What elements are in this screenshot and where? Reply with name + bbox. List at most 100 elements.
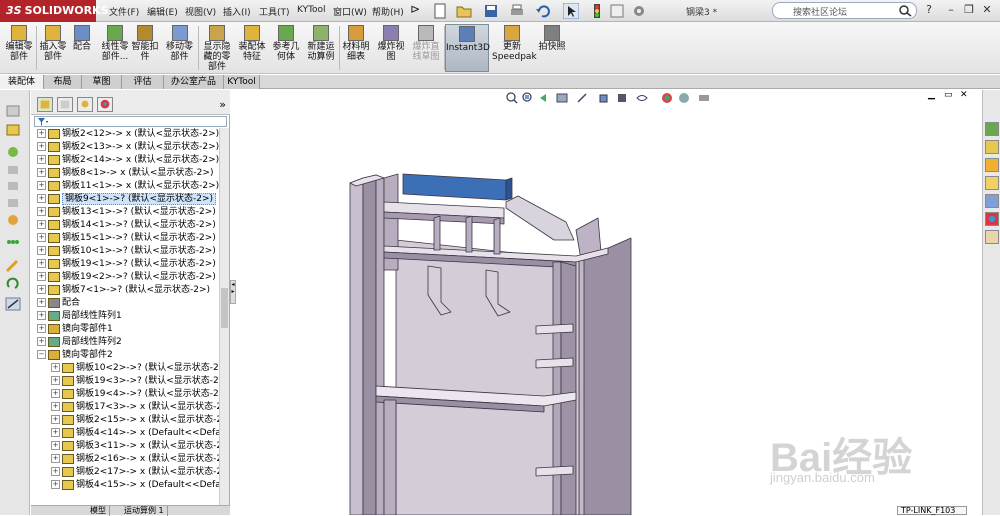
- menu-file[interactable]: 文件(F): [109, 5, 139, 18]
- property-manager-tab-icon[interactable]: [57, 97, 73, 112]
- solidworks-logo[interactable]: 3S SOLIDWORKS: [0, 0, 109, 22]
- tree-item[interactable]: + 钢板9<1>->? (默认<显示状态-2>): [37, 193, 217, 206]
- tree-item[interactable]: + 钢板2<16>-> x (默认<显示状态-2:: [51, 453, 219, 466]
- tree-item[interactable]: + 钢板2<14>-> x (默认<显示状态-2>): [37, 154, 219, 167]
- graphics-area[interactable]: ▁ ▭ ✕ Bai经验 jingyan.baidu.com: [236, 90, 982, 515]
- smart-fastener-icon[interactable]: [5, 213, 21, 227]
- expand-icon[interactable]: +: [37, 207, 46, 216]
- rebuild-traffic-light-icon[interactable]: [589, 3, 605, 19]
- explode-line-icon[interactable]: [5, 297, 21, 311]
- tree-item[interactable]: + 钢板8<1>-> x (默认<显示状态-2>): [37, 167, 213, 180]
- grey-tool-icon[interactable]: [5, 163, 21, 177]
- expand-icon[interactable]: +: [37, 324, 46, 333]
- cmd-instant3d-button[interactable]: Instant3D: [445, 24, 490, 72]
- cmd-explode-line-sketch-button[interactable]: 爆炸直 线草图: [410, 24, 442, 62]
- component-icon[interactable]: [5, 104, 21, 118]
- expand-icon[interactable]: +: [37, 129, 46, 138]
- move-component-icon[interactable]: [5, 259, 21, 273]
- tree-item[interactable]: + 钢板10<1>->? (默认<显示状态-2>): [37, 245, 216, 258]
- expand-icon[interactable]: +: [37, 246, 46, 255]
- feature-tree-tab-icon[interactable]: [37, 97, 53, 112]
- collapse-icon[interactable]: −: [37, 350, 46, 359]
- tree-item[interactable]: + 镜向零部件1: [37, 323, 113, 336]
- restore-button[interactable]: ❐: [962, 3, 976, 17]
- tab-layout[interactable]: 布局: [44, 75, 82, 89]
- menu-view[interactable]: 视图(V): [185, 5, 216, 18]
- tree-item[interactable]: + 钢板19<4>->? (默认<显示状态-2>: [51, 388, 219, 401]
- tree-item[interactable]: + 局部线性阵列1: [37, 310, 122, 323]
- expand-panel-icon[interactable]: »: [219, 98, 226, 111]
- view-palette-icon[interactable]: [985, 194, 999, 208]
- expand-icon[interactable]: +: [51, 441, 60, 450]
- tree-item[interactable]: + 局部线性阵列2: [37, 336, 122, 349]
- appearance-sphere-icon[interactable]: [5, 145, 21, 159]
- cmd-show-hidden-button[interactable]: 显示隐 藏的零 部件: [200, 24, 234, 72]
- filter-funnel-icon[interactable]: [37, 118, 49, 126]
- expand-icon[interactable]: +: [37, 311, 46, 320]
- tree-item[interactable]: + 钢板7<1>->? (默认<显示状态-2>): [37, 284, 210, 297]
- select-pointer-icon[interactable]: [563, 3, 579, 19]
- menu-insert[interactable]: 插入(I): [223, 5, 251, 18]
- cmd-exploded-view-button[interactable]: 爆炸视 图: [375, 24, 407, 62]
- expand-icon[interactable]: +: [37, 168, 46, 177]
- configuration-manager-tab-icon[interactable]: [77, 97, 93, 112]
- tree-item[interactable]: + 钢板19<1>->? (默认<显示状态-2>): [37, 258, 216, 271]
- tab-kytool[interactable]: KYTool: [224, 75, 260, 89]
- rotate-component-icon[interactable]: [5, 277, 21, 291]
- close-button[interactable]: ✕: [980, 3, 994, 17]
- expand-icon[interactable]: +: [51, 402, 60, 411]
- search-icon[interactable]: [898, 4, 912, 17]
- menu-help[interactable]: 帮助(H): [372, 5, 404, 18]
- expand-icon[interactable]: +: [51, 467, 60, 476]
- print-icon[interactable]: [509, 3, 525, 19]
- tree-item[interactable]: + 钢板15<1>->? (默认<显示状态-2>): [37, 232, 216, 245]
- cmd-move-component-button[interactable]: 移动零 部件: [163, 24, 196, 62]
- cmd-mate-button[interactable]: 配合: [70, 24, 94, 52]
- search-input[interactable]: 搜索社区论坛: [772, 2, 917, 19]
- tree-scrollbar[interactable]: [219, 128, 229, 505]
- pin-icon[interactable]: ⊳: [410, 2, 420, 16]
- new-document-icon[interactable]: [432, 3, 448, 19]
- cmd-speedpak-button[interactable]: 更新 Speedpak: [492, 24, 537, 62]
- expand-icon[interactable]: +: [37, 181, 46, 190]
- grey-tool-icon[interactable]: [5, 196, 21, 210]
- tree-item[interactable]: + 钢板10<2>->? (默认<显示状态-2>: [51, 362, 219, 375]
- tree-item[interactable]: + 配合: [37, 297, 80, 310]
- tree-filter-field[interactable]: [34, 116, 227, 127]
- cmd-snapshot-button[interactable]: 拍快照: [537, 24, 567, 52]
- menu-edit[interactable]: 编辑(E): [147, 5, 178, 18]
- tree-item[interactable]: + 钢板11<1>-> x (默认<显示状态-2>): [37, 180, 219, 193]
- grey-tool-icon[interactable]: [5, 179, 21, 193]
- menu-window[interactable]: 窗口(W): [333, 5, 367, 18]
- tree-item[interactable]: + 钢板19<3>->? (默认<显示状态-2>: [51, 375, 219, 388]
- tree-item[interactable]: + 钢板2<13>-> x (默认<显示状态-2>): [37, 141, 219, 154]
- menu-tools[interactable]: 工具(T): [259, 5, 290, 18]
- open-folder-icon[interactable]: [456, 3, 472, 19]
- expand-icon[interactable]: +: [51, 480, 60, 489]
- design-library-icon[interactable]: [985, 140, 999, 154]
- cmd-linear-pattern-button[interactable]: 线性零 部件...: [100, 24, 130, 62]
- tab-office-products[interactable]: 办公室产品: [164, 75, 224, 89]
- tree-item[interactable]: + 钢板19<2>->? (默认<显示状态-2>): [37, 271, 216, 284]
- display-manager-tab-icon[interactable]: [97, 97, 113, 112]
- pattern-dots-icon[interactable]: [5, 235, 21, 249]
- expand-icon[interactable]: +: [37, 142, 46, 151]
- tab-evaluate[interactable]: 评估: [122, 75, 164, 89]
- expand-icon[interactable]: +: [37, 259, 46, 268]
- menu-kytool[interactable]: KYTool: [297, 5, 326, 15]
- expand-icon[interactable]: +: [51, 376, 60, 385]
- expand-icon[interactable]: +: [51, 428, 60, 437]
- expand-icon[interactable]: +: [51, 415, 60, 424]
- appearances-scenes-icon[interactable]: [985, 212, 999, 226]
- cmd-edit-component-button[interactable]: 编辑零 部件: [4, 24, 34, 62]
- tree-item[interactable]: + 钢板3<11>-> x (默认<显示状态-2:: [51, 440, 219, 453]
- cmd-new-motion-study-button[interactable]: 新建运 动算例: [305, 24, 337, 62]
- tree-item[interactable]: + 钢板14<1>->? (默认<显示状态-2>): [37, 219, 216, 232]
- expand-icon[interactable]: +: [37, 155, 46, 164]
- tree-item[interactable]: + 钢板4<15>-> x (Default<<Defaul: [51, 479, 219, 492]
- tree-item[interactable]: + 钢板17<3>-> x (默认<显示状态-2:: [51, 401, 219, 414]
- tree-item[interactable]: − 镜向零部件2: [37, 349, 113, 362]
- options-gear-icon[interactable]: [631, 3, 647, 19]
- expand-icon[interactable]: +: [37, 194, 46, 203]
- tree-item[interactable]: + 钢板2<12>-> x (默认<显示状态-2>): [37, 128, 219, 141]
